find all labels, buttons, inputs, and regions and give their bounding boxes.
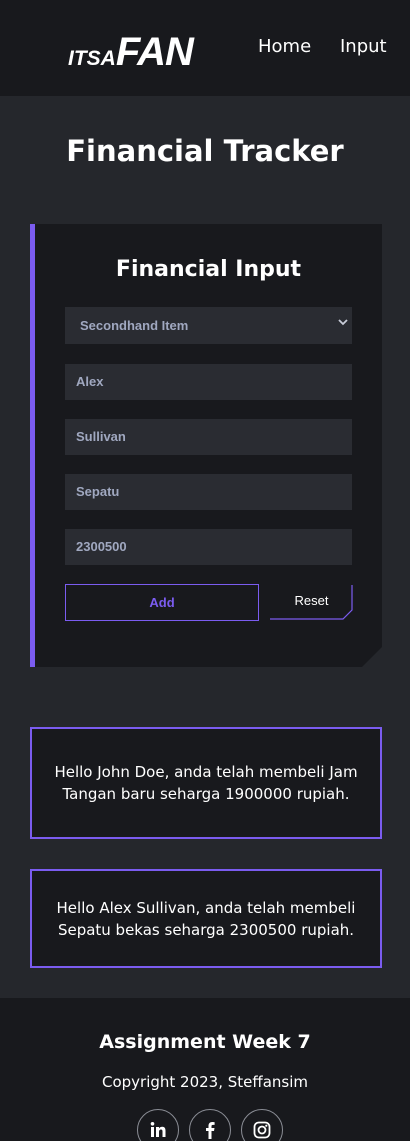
price-field[interactable]: 2300500 <box>65 529 352 565</box>
form-title: Financial Input <box>115 257 302 282</box>
instagram-icon[interactable] <box>241 1109 283 1141</box>
chevron-down-icon <box>338 317 348 327</box>
page-title: Financial Tracker <box>66 134 344 168</box>
purchase-message-text: Hello John Doe, anda telah membeli Jam T… <box>54 763 358 803</box>
add-button[interactable]: Add <box>65 584 259 621</box>
logo-big-text: FAN <box>115 30 194 74</box>
purchase-message-text: Hello Alex Sullivan, anda telah membeli … <box>56 898 356 939</box>
financial-input-form: Financial Input Secondhand Item Alex Sul… <box>30 224 382 667</box>
nav-home[interactable]: Home <box>258 36 311 57</box>
last-name-value: Sullivan <box>76 429 126 444</box>
item-field[interactable]: Sepatu <box>65 474 352 510</box>
purchase-message: Hello John Doe, anda telah membeli Jam T… <box>30 727 382 839</box>
reset-button-label: Reset <box>294 593 329 608</box>
price-value: 2300500 <box>76 539 127 554</box>
footer: Assignment Week 7 Copyright 2023, Steffa… <box>0 998 410 1141</box>
reset-button[interactable]: Reset <box>270 584 353 620</box>
nav-input[interactable]: Input <box>340 36 387 57</box>
first-name-field[interactable]: Alex <box>65 364 352 400</box>
linkedin-icon[interactable] <box>137 1109 179 1141</box>
footer-copyright: Copyright 2023, Steffansim <box>101 1073 309 1091</box>
header: ITSAFAN Home Input <box>0 0 410 96</box>
category-select-value: Secondhand Item <box>80 318 189 333</box>
logo[interactable]: ITSAFAN <box>68 30 194 74</box>
category-select[interactable]: Secondhand Item <box>65 307 352 344</box>
footer-title: Assignment Week 7 <box>99 1031 311 1053</box>
facebook-icon[interactable] <box>189 1109 231 1141</box>
first-name-value: Alex <box>76 374 104 389</box>
last-name-field[interactable]: Sullivan <box>65 419 352 455</box>
purchase-message: Hello Alex Sullivan, anda telah membeli … <box>30 869 382 968</box>
logo-small-text: ITSA <box>68 47 116 70</box>
item-value: Sepatu <box>76 484 120 499</box>
